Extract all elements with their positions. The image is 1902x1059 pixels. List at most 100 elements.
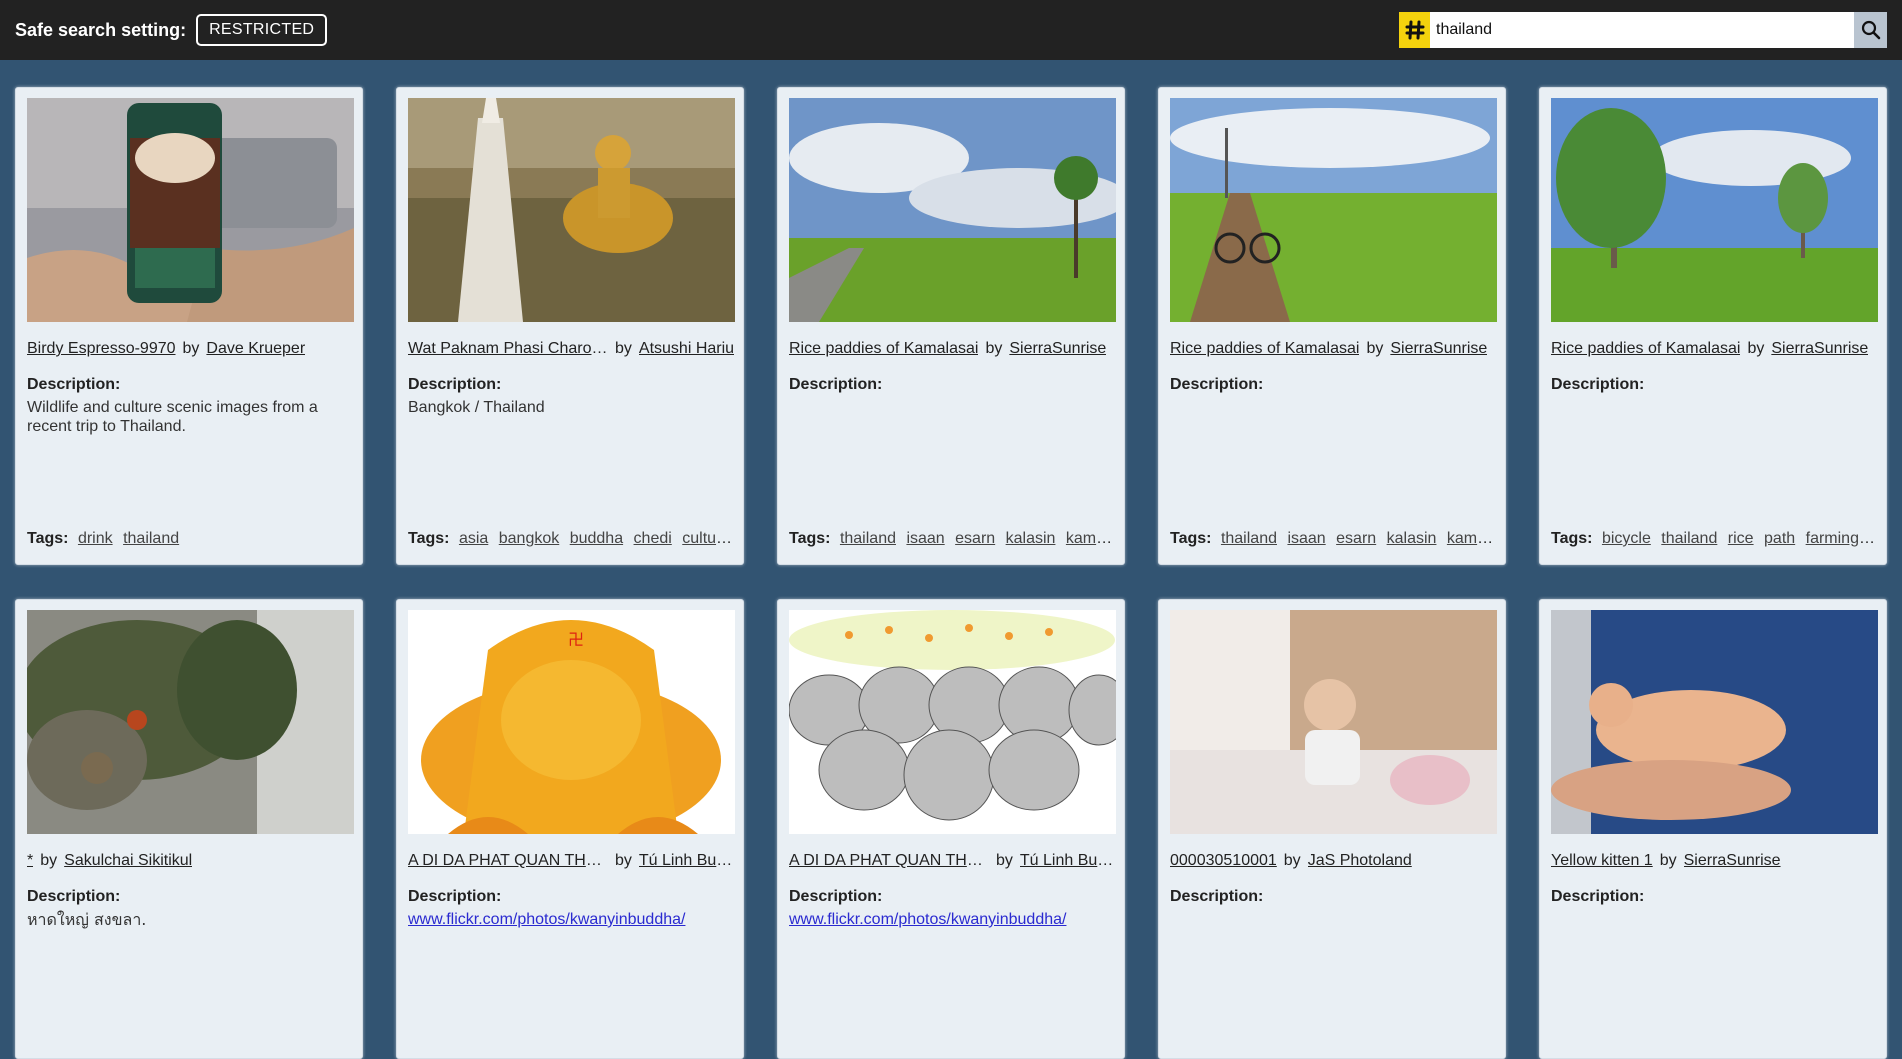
tags-line: Tags: drink thailand [27,530,354,548]
result-author-link[interactable]: SierraSunrise [1009,340,1106,358]
description-link[interactable]: www.flickr.com/photos/kwanyinbuddha/ [408,911,685,928]
tag-link[interactable]: kamalasai [1066,530,1116,547]
tag-link[interactable]: farming [1806,530,1859,547]
result-card: A DI DA PHAT QUAN THE AM by Tú Linh Budd… [777,599,1125,1059]
description-text: Wildlife and culture scenic images from … [27,399,318,435]
result-thumbnail[interactable] [789,610,1116,834]
result-thumbnail[interactable] [1551,610,1878,834]
safe-search-button[interactable]: RESTRICTED [196,14,328,46]
result-title-link[interactable]: Rice paddies of Kamalasai [1170,340,1359,358]
result-title-link[interactable]: Rice paddies of Kamalasai [789,340,978,358]
result-card: Birdy Espresso-9970 by Dave Krueper Desc… [15,87,363,565]
description-label: Description: [1551,888,1645,905]
result-card: Rice paddies of Kamalasai by SierraSunri… [1158,87,1506,565]
result-thumbnail[interactable] [1551,98,1878,322]
by-label: by [996,852,1013,869]
result-title-line: Rice paddies of Kamalasai by SierraSunri… [1170,340,1497,358]
result-author-link[interactable]: JaS Photoland [1308,852,1412,870]
result-title-link[interactable]: 000030510001 [1170,852,1277,870]
result-thumbnail[interactable] [1170,98,1497,322]
tags-line: Tags: thailand isaan esarn kalasin kamal… [789,530,1116,548]
tag-link[interactable]: esarn [1336,530,1376,547]
tag-link[interactable]: chedi [634,530,672,547]
by-label: by [1747,340,1765,357]
description-text: หาดใหญ่ สงขลา. [27,910,147,929]
tag-link[interactable]: asia [459,530,488,547]
hash-icon[interactable] [1399,12,1430,48]
tag-link[interactable]: bicycle [1602,530,1651,547]
tags-line: Tags: thailand isaan esarn kalasin kamal… [1170,530,1497,548]
tag-link[interactable]: thailand [1661,530,1717,547]
result-title-link[interactable]: Yellow kitten 1 [1551,852,1653,870]
result-thumbnail[interactable]: 卍 [408,610,735,834]
by-label: by [1659,852,1677,869]
tags-label: Tags: [1551,530,1593,547]
result-author-link[interactable]: Sakulchai Sikitikul [64,852,192,870]
result-author-link[interactable]: Dave Krueper [206,340,305,358]
result-card: * by Sakulchai Sikitikul Description: หา… [15,599,363,1059]
tag-link[interactable]: buddha [570,530,623,547]
result-author-link[interactable]: SierraSunrise [1684,852,1781,870]
tag-link[interactable]: thailand [123,530,179,547]
search-input[interactable] [1430,12,1854,48]
search-bar [1399,12,1887,48]
result-card: Rice paddies of Kamalasai by SierraSunri… [777,87,1125,565]
search-button[interactable] [1854,12,1887,48]
top-bar: Safe search setting: RESTRICTED [0,0,1902,60]
tags-label: Tags: [27,530,69,547]
description-label: Description: [27,888,121,905]
result-title-line: * by Sakulchai Sikitikul [27,852,354,870]
description-label: Description: [408,376,502,393]
description-label: Description: [1551,376,1645,393]
by-label: by [1283,852,1301,869]
result-author-link[interactable]: Atsushi Hariu [639,340,734,358]
result-author-link[interactable]: Tú Linh Buddha [639,852,734,870]
result-title-link[interactable]: Rice paddies of Kamalasai [1551,340,1740,358]
result-card: Yellow kitten 1 by SierraSunrise Descrip… [1539,599,1887,1059]
result-author-link[interactable]: SierraSunrise [1771,340,1868,358]
result-title-line: 000030510001 by JaS Photoland [1170,852,1497,870]
result-thumbnail[interactable] [27,610,354,834]
result-title-link[interactable]: Birdy Espresso-9970 [27,340,176,358]
result-thumbnail[interactable] [1170,610,1497,834]
result-card: 000030510001 by JaS Photoland Descriptio… [1158,599,1506,1059]
result-title-line: Wat Paknam Phasi Charoen by Atsushi Hari… [408,340,735,358]
result-title-link[interactable]: A DI DA PHAT QUAN THE AM [789,852,989,870]
result-title-line: A DI DA PHAT QUAN THE AM by Tú Linh Budd… [408,852,735,870]
search-icon [1861,20,1880,40]
result-title-link[interactable]: A DI DA PHAT QUAN THE AM [408,852,608,870]
description-link[interactable]: www.flickr.com/photos/kwanyinbuddha/ [789,911,1066,928]
result-title-line: Birdy Espresso-9970 by Dave Krueper [27,340,354,358]
result-card: Rice paddies of Kamalasai by SierraSunri… [1539,87,1887,565]
tag-link[interactable]: kalasin [1006,530,1056,547]
tag-link[interactable]: rice [1728,530,1754,547]
description-label: Description: [408,888,502,905]
tag-link[interactable]: kalasin [1387,530,1437,547]
tag-link[interactable]: culture [682,530,730,547]
result-author-link[interactable]: Tú Linh Buddha [1020,852,1115,870]
tag-link[interactable]: bangkok [499,530,560,547]
result-thumbnail[interactable] [789,98,1116,322]
tag-link[interactable]: drink [78,530,113,547]
tag-link[interactable]: isaan [1287,530,1325,547]
result-card: Wat Paknam Phasi Charoen by Atsushi Hari… [396,87,744,565]
result-author-link[interactable]: SierraSunrise [1390,340,1487,358]
tags-line: Tags: asia bangkok buddha chedi culture … [408,530,735,548]
result-thumbnail[interactable] [27,98,354,322]
by-label: by [182,340,200,357]
tags-line: Tags: bicycle thailand rice path farming… [1551,530,1878,548]
result-title-line: Rice paddies of Kamalasai by SierraSunri… [789,340,1116,358]
tag-link[interactable]: kamalasai [1447,530,1497,547]
svg-text:卍: 卍 [568,630,584,649]
tags-label: Tags: [789,530,831,547]
tag-link[interactable]: esarn [955,530,995,547]
tag-link[interactable]: thailand [840,530,896,547]
result-title-link[interactable]: * [27,852,33,870]
tag-link[interactable]: isaan [906,530,944,547]
description-label: Description: [1170,376,1264,393]
result-thumbnail[interactable] [408,98,735,322]
by-label: by [40,852,58,869]
tag-link[interactable]: path [1764,530,1795,547]
tag-link[interactable]: thailand [1221,530,1277,547]
result-title-link[interactable]: Wat Paknam Phasi Charoen [408,340,608,358]
